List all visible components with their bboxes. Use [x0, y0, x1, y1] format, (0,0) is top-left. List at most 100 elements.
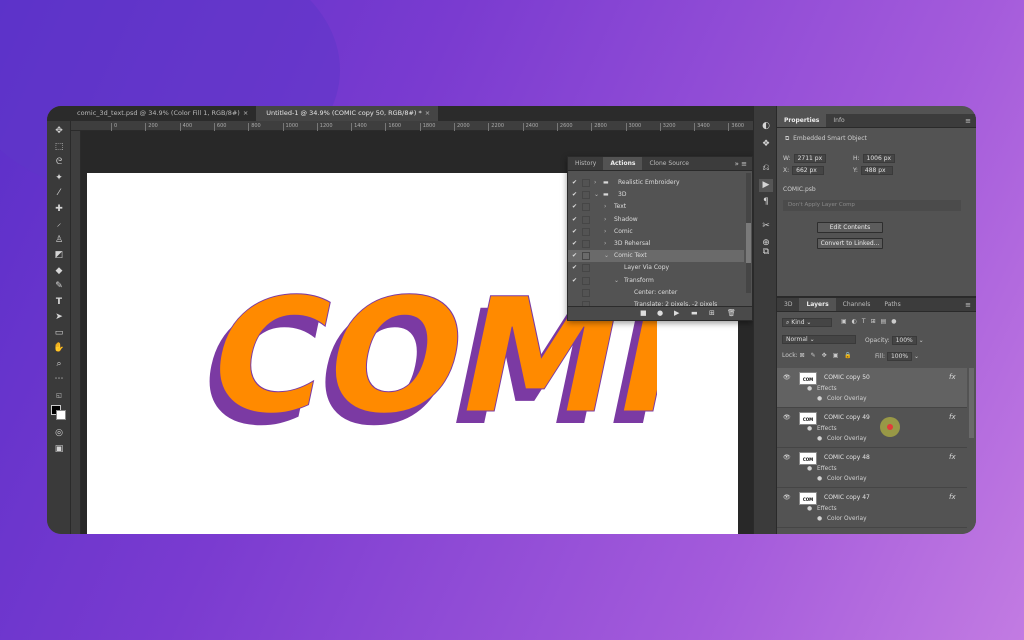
record-icon[interactable]: ● — [657, 309, 663, 317]
tab-channels[interactable]: Channels — [836, 298, 878, 311]
disclosure-icon[interactable]: › — [604, 226, 606, 238]
more-tools-icon[interactable]: ⋯ — [52, 373, 66, 386]
tab-paths[interactable]: Paths — [877, 298, 907, 311]
new-action-icon[interactable]: ⊞ — [709, 309, 715, 317]
tab-untitled-1[interactable]: Untitled-1 @ 34.9% (COMIC copy 50, RGB/8… — [256, 106, 439, 121]
check-icon[interactable]: ✔ — [572, 250, 577, 262]
action-item[interactable]: ✔ Layer Via Copy — [568, 262, 744, 274]
new-set-icon[interactable]: ▬ — [691, 309, 698, 317]
check-icon[interactable]: ✔ — [572, 177, 577, 189]
path-selection-tool-icon[interactable]: ➤ — [52, 311, 66, 324]
paint-bucket-tool-icon[interactable]: ◆ — [52, 265, 66, 278]
close-icon[interactable]: × — [243, 109, 248, 117]
hand-tool-icon[interactable]: ✋ — [52, 342, 66, 355]
close-icon[interactable]: × — [425, 109, 430, 117]
check-icon[interactable]: ✔ — [572, 262, 577, 274]
eye-icon[interactable]: ● — [817, 436, 822, 442]
x-field[interactable]: 662 px — [792, 166, 825, 175]
clone-icon[interactable]: ⧉ — [759, 246, 773, 259]
dialog-toggle[interactable] — [582, 264, 590, 273]
dialog-toggle[interactable] — [582, 203, 590, 212]
action-item[interactable]: Center: center — [568, 287, 744, 299]
brush-tool-icon[interactable]: ⸝ — [52, 218, 66, 231]
action-item[interactable]: ✔ › Comic — [568, 226, 744, 238]
dialog-toggle[interactable] — [582, 179, 590, 187]
adjustments-icon[interactable]: ◐ — [759, 120, 773, 133]
tab-history[interactable]: History — [568, 157, 603, 170]
eye-icon[interactable]: ● — [817, 516, 822, 522]
filter-icons[interactable]: ▣◐T⊞▤● — [841, 318, 902, 325]
disclosure-icon[interactable]: › — [604, 201, 606, 213]
disclosure-icon[interactable]: ⌄ — [604, 250, 609, 262]
dialog-toggle[interactable] — [582, 215, 590, 224]
play-icon[interactable]: ▶ — [674, 309, 679, 317]
height-field[interactable]: 1006 px — [862, 154, 896, 163]
fx-icon[interactable]: fx — [949, 493, 956, 501]
check-icon[interactable]: ✔ — [572, 201, 577, 213]
quick-mask-icon[interactable]: ◎ — [52, 427, 66, 440]
disclosure-icon[interactable]: › — [604, 214, 606, 226]
tab-3d[interactable]: 3D — [777, 298, 799, 311]
dialog-toggle[interactable] — [582, 240, 590, 248]
opacity-field[interactable]: 100% — [891, 336, 917, 345]
panel-menu-icon[interactable]: » ≡ — [730, 157, 752, 170]
disclosure-icon[interactable]: › — [604, 238, 606, 250]
eye-icon[interactable]: 👁 — [783, 374, 791, 381]
action-item[interactable]: ✔ ⌄ Comic Text — [568, 250, 744, 263]
check-icon[interactable]: ✔ — [572, 189, 577, 201]
stop-icon[interactable]: ■ — [640, 309, 647, 317]
tab-comic-3d-text[interactable]: comic_3d_text.psd @ 34.9% (Color Fill 1,… — [47, 106, 256, 121]
layer-row[interactable]: 👁 COM COMIC copy 47 fx ● Effects ● Color Overla… — [777, 488, 967, 528]
layer-row[interactable]: 👁 COM COMIC copy 50 fx ● Effects ● Color Overla… — [777, 368, 967, 408]
eraser-tool-icon[interactable]: ◩ — [52, 249, 66, 262]
disclosure-icon[interactable]: ⌄ — [594, 189, 599, 201]
eyedropper-tool-icon[interactable]: ⁄ — [52, 187, 66, 200]
check-icon[interactable]: ✔ — [572, 238, 577, 250]
actions-icon[interactable]: ▶ — [759, 179, 773, 192]
dialog-toggle[interactable] — [582, 227, 590, 236]
styles-icon[interactable]: ❖ — [759, 138, 773, 151]
fx-icon[interactable]: fx — [949, 453, 956, 461]
marquee-tool-icon[interactable]: ⬚ — [52, 141, 66, 154]
panel-menu-icon[interactable]: ≡ — [960, 298, 976, 311]
type-tool-icon[interactable]: T — [52, 296, 66, 309]
eye-icon[interactable]: 👁 — [783, 494, 791, 501]
action-item[interactable]: ✔ › Shadow — [568, 214, 744, 226]
zoom-tool-icon[interactable]: ⌕ — [52, 358, 66, 371]
action-item[interactable]: ✔ › 3D Rehersal — [568, 238, 744, 250]
stamp-tool-icon[interactable]: ♙ — [52, 234, 66, 247]
healing-brush-tool-icon[interactable]: ✚ — [52, 203, 66, 216]
check-icon[interactable]: ✔ — [572, 226, 577, 238]
lock-icons[interactable]: ⊠✎✥▣🔒 — [800, 352, 858, 359]
eye-icon[interactable]: 👁 — [783, 414, 791, 421]
eye-icon[interactable]: ● — [817, 396, 822, 402]
action-item[interactable]: ✔ › Text — [568, 201, 744, 213]
tab-actions[interactable]: Actions — [603, 157, 643, 170]
panel-menu-icon[interactable]: ≡ — [960, 114, 976, 127]
dialog-toggle[interactable] — [582, 276, 590, 285]
pen-tool-icon[interactable]: ✎ — [52, 280, 66, 293]
dialog-toggle[interactable] — [582, 191, 590, 200]
width-field[interactable]: 2711 px — [793, 154, 827, 163]
eye-icon[interactable]: ● — [817, 476, 822, 482]
actions-scrollbar[interactable] — [746, 173, 751, 293]
delete-icon[interactable]: 🗑 — [727, 309, 736, 317]
blend-mode-select[interactable]: Normal ⌄ — [782, 335, 856, 344]
tab-layers[interactable]: Layers — [799, 298, 836, 311]
eye-icon[interactable]: 👁 — [783, 454, 791, 461]
lasso-tool-icon[interactable]: ᘓ — [52, 156, 66, 169]
background-color-swatch[interactable] — [56, 410, 66, 420]
rectangle-tool-icon[interactable]: ▭ — [52, 327, 66, 340]
action-item[interactable]: ✔ › ▬ Realistic Embroidery — [568, 177, 744, 189]
fx-icon[interactable]: fx — [949, 413, 956, 421]
screen-mode-icon[interactable]: ▣ — [52, 443, 66, 456]
action-item[interactable]: ✔ ⌄ Transform — [568, 275, 744, 287]
history-icon[interactable]: ⎌ — [759, 162, 773, 175]
disclosure-icon[interactable]: ⌄ — [614, 275, 619, 287]
magic-wand-tool-icon[interactable]: ✦ — [52, 172, 66, 185]
layers-scrollbar[interactable] — [969, 368, 974, 438]
check-icon[interactable]: ✔ — [572, 275, 577, 287]
action-item[interactable]: ✔ ⌄ ▬ 3D — [568, 189, 744, 201]
layer-row[interactable]: 👁 COM COMIC copy 49 fx ● Effects ● Color Overla… — [777, 408, 967, 448]
layer-comp-select[interactable]: Don't Apply Layer Comp — [783, 200, 961, 211]
